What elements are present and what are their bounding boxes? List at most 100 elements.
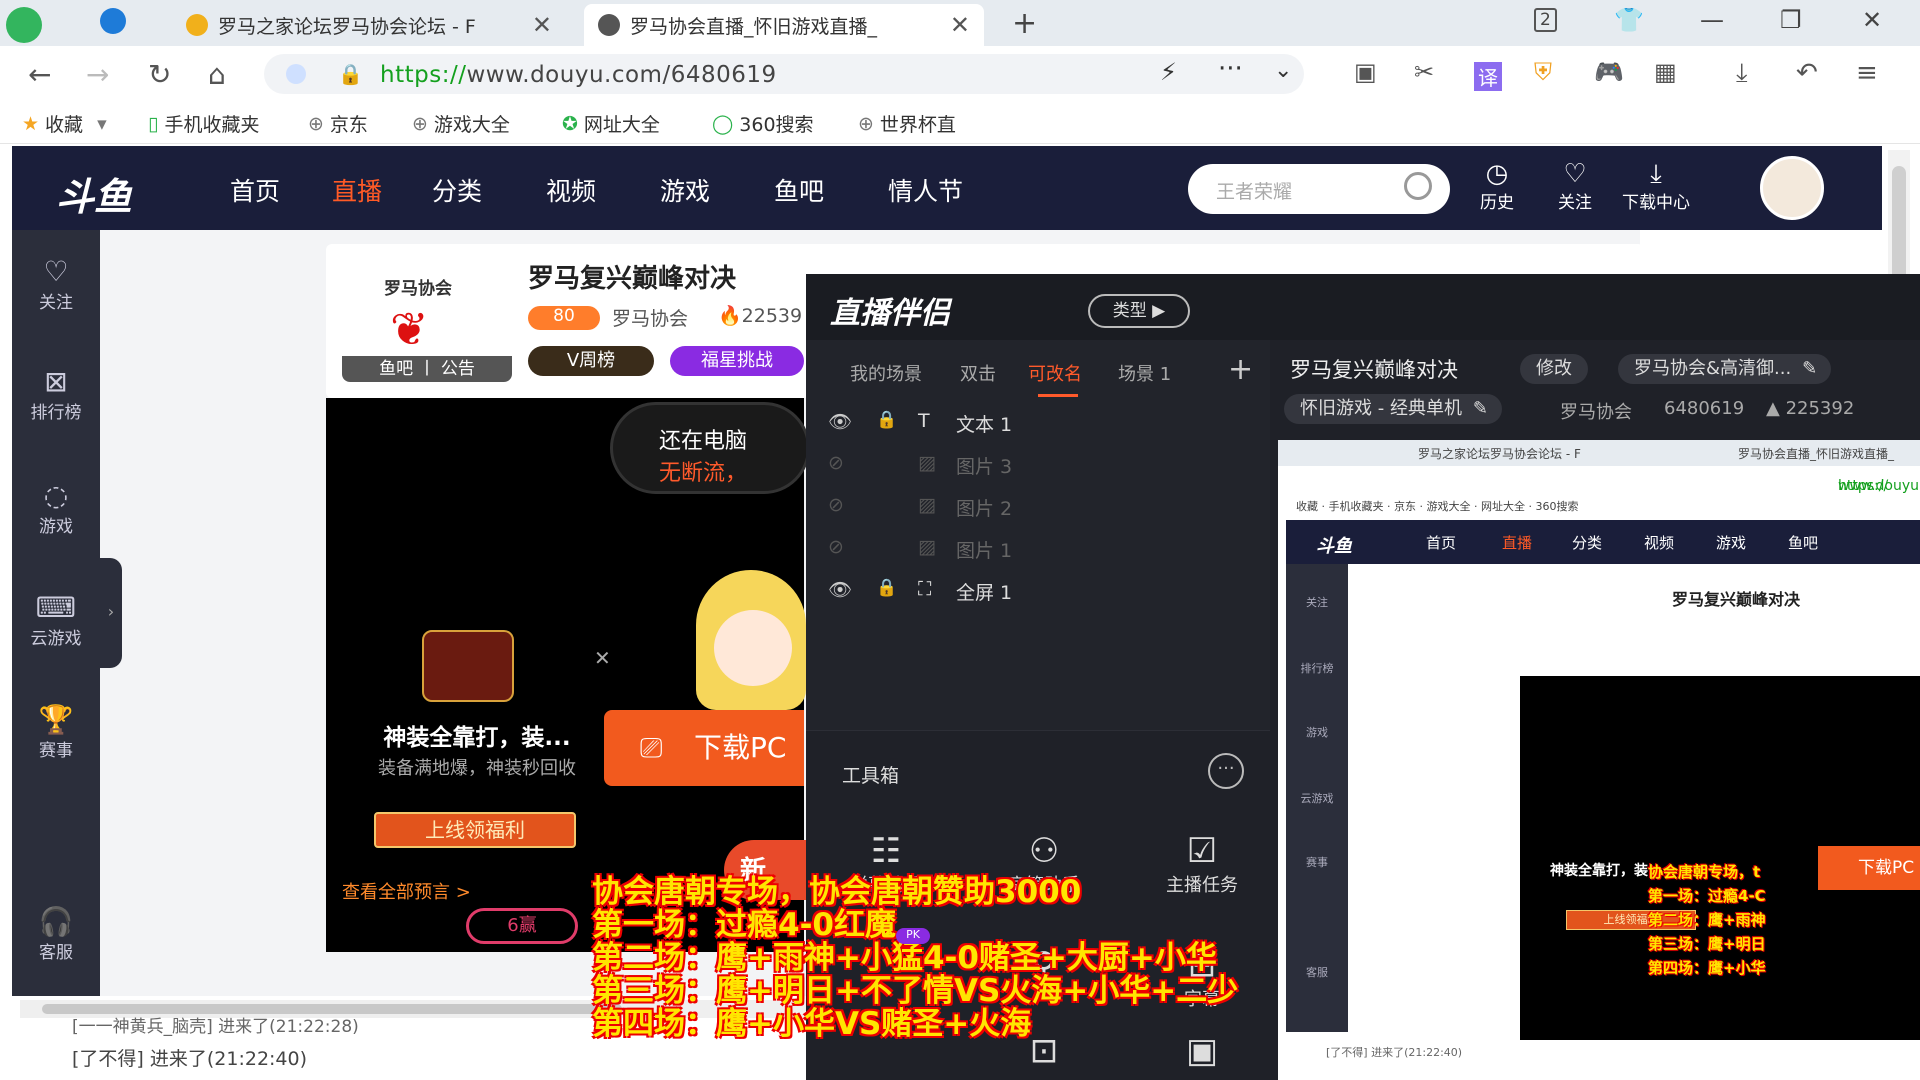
- tab-count-button[interactable]: 2: [1534, 8, 1557, 32]
- sidebar-item-games[interactable]: ◌ 游戏: [12, 480, 100, 538]
- gamepad-icon[interactable]: 🎮: [1594, 58, 1624, 86]
- preview-urlbar: https://www.douyu.com/6480619: [1278, 466, 1920, 494]
- all-predictions-link[interactable]: 查看全部预言 >: [342, 878, 471, 904]
- sidebar-item-cloudgame[interactable]: ⌨ 云游戏: [12, 592, 100, 650]
- nav-yuba[interactable]: 鱼吧: [774, 172, 824, 208]
- site-info-icon[interactable]: [286, 64, 306, 84]
- preview-overlay-text: 协会唐朝专场，t 第一场：过瘾4-C 第二场：鹰+雨神 第三场：鹰+明日 第四场…: [1648, 863, 1766, 977]
- undo-icon[interactable]: ↶: [1796, 58, 1818, 88]
- eye-hidden-icon[interactable]: ⊘: [828, 536, 844, 558]
- scissors-icon[interactable]: ✂: [1414, 58, 1434, 86]
- eye-hidden-icon[interactable]: ⊘: [828, 494, 844, 516]
- address-bar[interactable]: 🔒 https://www.douyu.com/6480619 ⚡ ··· ⌄: [264, 54, 1304, 94]
- minimize-icon[interactable]: —: [1700, 6, 1724, 34]
- mascot-face: [714, 610, 792, 686]
- translate-icon[interactable]: 译: [1474, 62, 1502, 91]
- chevron-down-icon[interactable]: ⌄: [1274, 58, 1292, 83]
- fire-icon: ▲: [1766, 398, 1786, 419]
- download-icon: ⤓: [1650, 159, 1662, 189]
- browser-logo-icon[interactable]: [0, 4, 44, 46]
- nav-live[interactable]: 直播: [332, 172, 382, 208]
- download-pc-button[interactable]: ⎚ 下载PC: [604, 710, 804, 786]
- room-thumbnail[interactable]: 罗马协会 ❦ 鱼吧 丨 公告: [342, 258, 512, 382]
- bookmark-sites[interactable]: ✪ 网址大全: [562, 110, 660, 137]
- shield-icon[interactable]: [100, 8, 126, 40]
- new-tab-button[interactable]: +: [1012, 6, 1037, 41]
- sidebar-item-service[interactable]: 🎧 客服: [12, 906, 100, 964]
- tab-scene-1[interactable]: 场景 1: [1118, 360, 1171, 386]
- sidebar-item-follow[interactable]: ♡ 关注: [12, 256, 100, 314]
- home-icon[interactable]: ⌂: [208, 58, 226, 91]
- nav-home[interactable]: 首页: [230, 172, 280, 208]
- wins-badge[interactable]: 6赢: [466, 908, 578, 944]
- search-icon[interactable]: [1404, 172, 1432, 200]
- add-scene-button[interactable]: +: [1228, 352, 1253, 387]
- bookmark-360[interactable]: ◯ 360搜索: [712, 110, 814, 137]
- fuxing-challenge-badge[interactable]: 福星挑战: [670, 346, 804, 376]
- close-tab-icon[interactable]: ✕: [532, 11, 552, 39]
- tab-double-click[interactable]: 双击: [960, 360, 996, 386]
- bookmark-games[interactable]: ⊕ 游戏大全: [412, 110, 510, 137]
- tab-renamable[interactable]: 可改名: [1028, 360, 1082, 397]
- menu-icon[interactable]: ≡: [1856, 58, 1878, 88]
- history-button[interactable]: ◷ 历史: [1480, 160, 1514, 213]
- chevron-down-icon: ▾: [97, 112, 107, 135]
- stream-preview[interactable]: 罗马之家论坛罗马协会论坛 - F 罗马协会直播_怀旧游戏直播_ https://…: [1278, 440, 1920, 1080]
- tab-douyu[interactable]: 罗马协会直播_怀旧游戏直播_ ✕: [584, 4, 984, 46]
- back-icon[interactable]: ←: [28, 58, 51, 91]
- layer-row[interactable]: 👁 🔒 ⛶ 全屏 1: [806, 570, 1270, 610]
- tab-my-scene[interactable]: 我的场景: [850, 360, 922, 386]
- nav-valentine[interactable]: 情人节: [888, 172, 963, 208]
- reader-icon[interactable]: ▣: [1354, 58, 1377, 86]
- type-button[interactable]: 类型 ▶: [1088, 294, 1190, 328]
- eye-icon[interactable]: 👁: [828, 410, 852, 433]
- modify-button[interactable]: 修改: [1520, 354, 1588, 384]
- tab-forum[interactable]: 罗马之家论坛罗马协会论坛 - F ✕: [172, 4, 566, 46]
- restore-icon[interactable]: ❐: [1780, 6, 1802, 34]
- apps-icon[interactable]: ▦: [1654, 58, 1677, 86]
- lock-icon[interactable]: 🔒: [876, 578, 897, 598]
- lock-icon[interactable]: 🔒: [876, 410, 897, 430]
- game-title: 神装全靠打，装...: [383, 725, 571, 751]
- sidebar-expand-button[interactable]: ›: [100, 558, 122, 668]
- vweek-badge[interactable]: V周榜: [528, 346, 654, 376]
- claim-benefit-button[interactable]: 上线领福利: [374, 812, 576, 848]
- search-input[interactable]: 王者荣耀: [1188, 164, 1450, 214]
- layer-row[interactable]: 👁 🔒 T 文本 1: [806, 402, 1270, 442]
- follow-button[interactable]: ♡ 关注: [1558, 160, 1592, 213]
- toolbox-label: 工具箱: [842, 765, 900, 787]
- avatar[interactable]: [1760, 156, 1824, 220]
- layer-row[interactable]: ⊘ ▨ 图片 1: [806, 528, 1270, 568]
- nav-category[interactable]: 分类: [432, 172, 482, 208]
- more-tools-icon[interactable]: ···: [1208, 753, 1244, 789]
- owner-name[interactable]: 罗马协会: [612, 304, 688, 331]
- download-icon[interactable]: ⤓: [1736, 58, 1748, 89]
- close-tab-icon[interactable]: ✕: [950, 11, 970, 39]
- eye-hidden-icon[interactable]: ⊘: [828, 452, 844, 474]
- close-window-icon[interactable]: ✕: [1862, 6, 1882, 34]
- reload-icon[interactable]: ↻: [148, 58, 171, 91]
- eye-icon[interactable]: 👁: [828, 578, 852, 601]
- layer-row[interactable]: ⊘ ▨ 图片 3: [806, 444, 1270, 484]
- bookmark-mobile[interactable]: ▯ 手机收藏夹: [148, 110, 259, 137]
- category-pill[interactable]: 罗马协会&高清御... ✎: [1618, 354, 1832, 384]
- shield-badge-icon[interactable]: ⛨: [1534, 58, 1552, 86]
- nav-video[interactable]: 视频: [546, 172, 596, 208]
- yuba-notice-label[interactable]: 鱼吧 丨 公告: [342, 356, 512, 382]
- bookmark-jd[interactable]: ⊕ 京东: [308, 110, 368, 137]
- nav-games[interactable]: 游戏: [660, 172, 710, 208]
- bookmark-favorites[interactable]: ★ 收藏 ▾: [22, 110, 113, 137]
- game-logo-icon[interactable]: [422, 630, 514, 702]
- download-center-button[interactable]: ⤓ 下载中心: [1622, 160, 1690, 213]
- more-icon[interactable]: ···: [1218, 54, 1243, 84]
- url-text[interactable]: https://www.douyu.com/6480619: [380, 62, 777, 88]
- forward-icon[interactable]: →: [86, 58, 109, 91]
- douyu-logo[interactable]: 斗鱼: [56, 166, 132, 221]
- shirt-icon[interactable]: 👕: [1614, 6, 1644, 34]
- sidebar-item-ranking[interactable]: ⊠ 排行榜: [12, 366, 100, 424]
- layer-row[interactable]: ⊘ ▨ 图片 2: [806, 486, 1270, 526]
- game-category-pill[interactable]: 怀旧游戏 - 经典单机 ✎: [1284, 394, 1502, 424]
- sidebar-item-events[interactable]: 🏆 赛事: [12, 704, 100, 762]
- bookmark-worldcup[interactable]: ⊕ 世界杯直: [858, 110, 956, 137]
- lightning-icon[interactable]: ⚡: [1160, 58, 1177, 86]
